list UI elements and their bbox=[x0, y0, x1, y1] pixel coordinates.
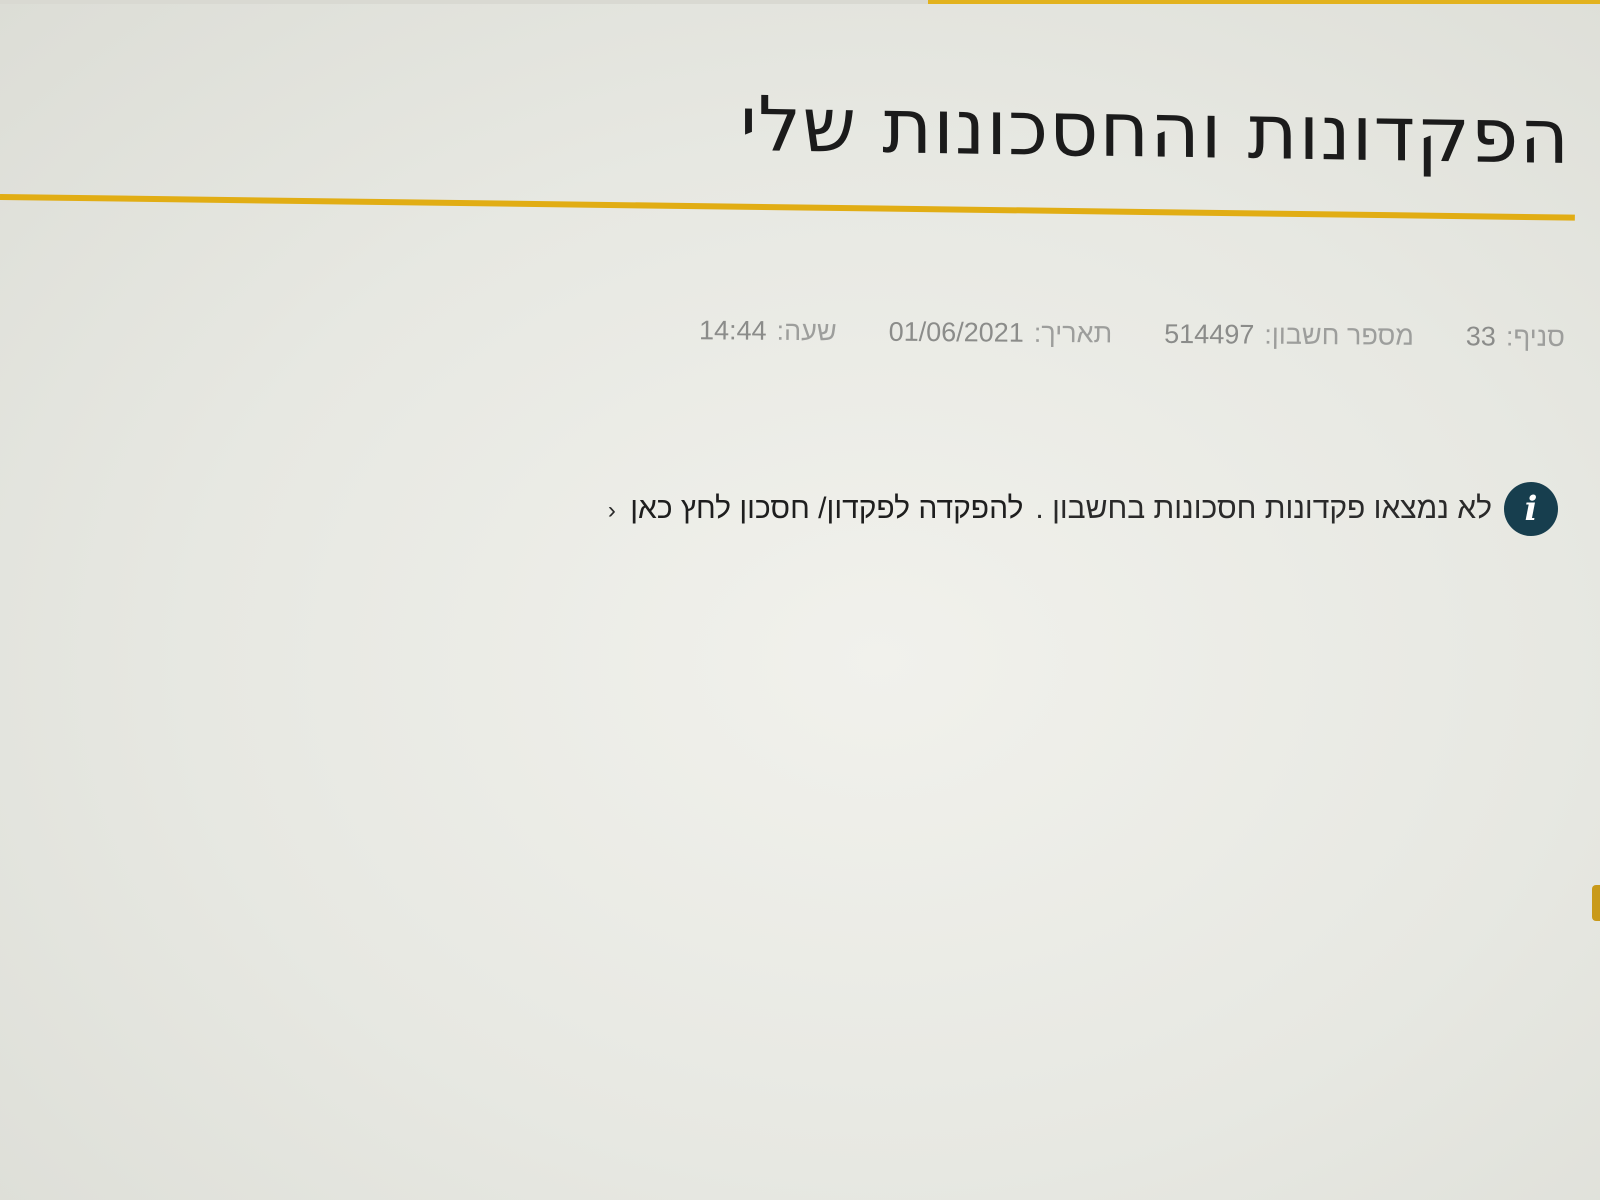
title-underline bbox=[0, 194, 1575, 221]
branch-value: 33 bbox=[1465, 321, 1497, 352]
new-deposit-link-label: להפקדה לפקדון/ חסכון לחץ כאן bbox=[630, 492, 1024, 525]
time-info: שעה: 14:44 bbox=[699, 315, 837, 347]
deposits-savings-page: הפקדונות והחסכונות שלי סניף: 33 מספר חשב… bbox=[0, 0, 1600, 1200]
branch-info: סניף: 33 bbox=[1466, 321, 1565, 353]
no-deposits-notice: i לא נמצאו פקדונות חסכונות בחשבון . להפק… bbox=[608, 482, 1558, 536]
account-number-label: מספר חשבון: bbox=[1264, 319, 1415, 351]
info-icon: i bbox=[1504, 482, 1558, 536]
account-number-info: מספר חשבון: 514497 bbox=[1164, 319, 1414, 352]
account-number-value: 514497 bbox=[1164, 318, 1255, 350]
page-title: הפקדונות והחסכונות שלי bbox=[740, 78, 1570, 181]
account-meta-row: סניף: 33 מספר חשבון: 514497 תאריך: 01/06… bbox=[699, 315, 1565, 353]
new-deposit-link[interactable]: להפקדה לפקדון/ חסכון לחץ כאן ‹ bbox=[608, 492, 1024, 526]
time-label: שעה: bbox=[776, 315, 837, 347]
chevron-left-icon: ‹ bbox=[607, 497, 616, 524]
side-scroll-tab[interactable] bbox=[1592, 885, 1600, 921]
time-value: 14:44 bbox=[698, 315, 767, 346]
date-value: 01/06/2021 bbox=[888, 316, 1024, 348]
notice-message: לא נמצאו פקדונות חסכונות בחשבון . bbox=[1035, 492, 1492, 525]
branch-label: סניף: bbox=[1505, 321, 1566, 352]
date-label: תאריך: bbox=[1033, 317, 1113, 349]
date-info: תאריך: 01/06/2021 bbox=[889, 317, 1113, 350]
